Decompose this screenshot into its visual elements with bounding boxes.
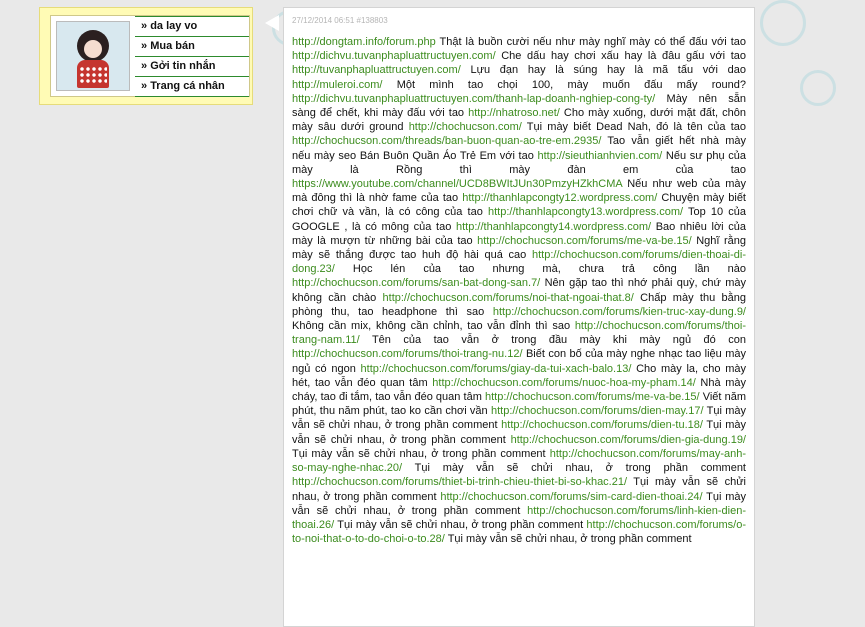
- post-text: Tụi mày biết Dead Nah, đó là tên của tao: [521, 121, 746, 134]
- avatar[interactable]: [56, 21, 130, 91]
- post-link[interactable]: http://dichvu.tuvanphapluattructuyen.com…: [292, 93, 655, 105]
- post-container: 27/12/2014 06:51 #138803 http://dongtam.…: [283, 7, 755, 627]
- post-link[interactable]: http://chochucson.com/forums/giay-da-tui…: [361, 363, 632, 375]
- user-menu: da lay vo Mua bán Gởi tin nhắn Trang cá …: [135, 16, 249, 97]
- menu-item-username[interactable]: da lay vo: [135, 16, 249, 37]
- post-link[interactable]: http://dichvu.tuvanphapluattructuyen.com…: [292, 50, 496, 62]
- post-link[interactable]: http://chochucson.com/forums/me-va-be.15…: [485, 391, 700, 403]
- menu-item-send-message[interactable]: Gởi tin nhắn: [135, 57, 249, 77]
- post-text: Tụi mày vẫn sẽ chửi nhau, ở trong phần c…: [334, 518, 587, 531]
- post-text: Che dấu hay chơi xấu hay là đâu gấu với …: [495, 50, 746, 63]
- post-link[interactable]: http://nhatroso.net/: [468, 107, 560, 119]
- post-link[interactable]: http://chochucson.com/forums/sim-card-di…: [440, 491, 702, 503]
- post-link[interactable]: http://thanhlapcongty13.wordpress.com/: [488, 206, 683, 218]
- post-link[interactable]: http://chochucson.com/: [409, 121, 522, 133]
- post-body: http://dongtam.info/forum.php Thật là bu…: [292, 35, 746, 546]
- post-link[interactable]: http://dongtam.info/forum.php: [292, 36, 436, 48]
- post-text: Tụi mày vẫn sẽ chửi nhau, ở trong phần c…: [292, 447, 550, 460]
- post-link[interactable]: http://chochucson.com/forums/kien-truc-x…: [493, 306, 746, 318]
- post-link[interactable]: http://chochucson.com/threads/ban-buon-q…: [292, 135, 601, 147]
- post-link[interactable]: http://chochucson.com/forums/thoi-trang-…: [292, 348, 523, 360]
- post-text: Tên của tao vẫn ở trong đầu mày khi mày …: [359, 334, 746, 347]
- post-link[interactable]: http://chochucson.com/forums/dien-gia-du…: [511, 434, 746, 446]
- post-text: Học lén của tao nhưng mà, chưa trả công …: [334, 263, 746, 276]
- post-link[interactable]: https://www.youtube.com/channel/UCD8BWIt…: [292, 178, 622, 190]
- user-card-inner: da lay vo Mua bán Gởi tin nhắn Trang cá …: [50, 15, 250, 97]
- post-link[interactable]: http://chochucson.com/forums/dien-may.17…: [491, 405, 704, 417]
- post-text: Tụi mày vẫn sẽ chửi nhau, ở trong phần c…: [402, 462, 746, 475]
- post-text: Tụi mày vẫn sẽ chửi nhau, ở trong phần c…: [444, 533, 692, 546]
- post-text: Lựu đạn hay là súng hay là mã tấu với da…: [460, 64, 746, 77]
- post-text: Thật là buồn cười nếu như mày nghĩ mày c…: [435, 36, 746, 48]
- post-arrow: [265, 15, 279, 31]
- post-link[interactable]: http://tuvanphapluattructuyen.com/: [292, 64, 461, 76]
- post-link[interactable]: http://chochucson.com/forums/thiet-bi-tr…: [292, 476, 627, 488]
- post-link[interactable]: http://chochucson.com/forums/noi-that-ng…: [383, 292, 634, 304]
- post-link[interactable]: http://chochucson.com/forums/me-va-be.15…: [477, 235, 692, 247]
- post-link[interactable]: http://chochucson.com/forums/dien-tu.18/: [501, 419, 703, 431]
- post-link[interactable]: http://thanhlapcongty12.wordpress.com/: [462, 192, 657, 204]
- post-text: Một mình tao chọi 100, mày muốn đấu mấy …: [382, 78, 746, 91]
- post-link[interactable]: http://chochucson.com/forums/san-bat-don…: [292, 277, 540, 289]
- post-link[interactable]: http://thanhlapcongty14.wordpress.com/: [456, 221, 651, 233]
- post-link[interactable]: http://chochucson.com/forums/nuoc-hoa-my…: [432, 377, 696, 389]
- user-card: da lay vo Mua bán Gởi tin nhắn Trang cá …: [39, 7, 253, 105]
- post-text: Không cần mix, không cần chỉnh, tao vẫn …: [292, 320, 575, 333]
- post-link[interactable]: http://sieuthianhvien.com/: [538, 150, 663, 162]
- menu-item-marketplace[interactable]: Mua bán: [135, 37, 249, 57]
- menu-item-profile[interactable]: Trang cá nhân: [135, 77, 249, 97]
- post-link[interactable]: http://muleroi.com/: [292, 79, 382, 91]
- post-meta: 27/12/2014 06:51 #138803: [292, 16, 388, 25]
